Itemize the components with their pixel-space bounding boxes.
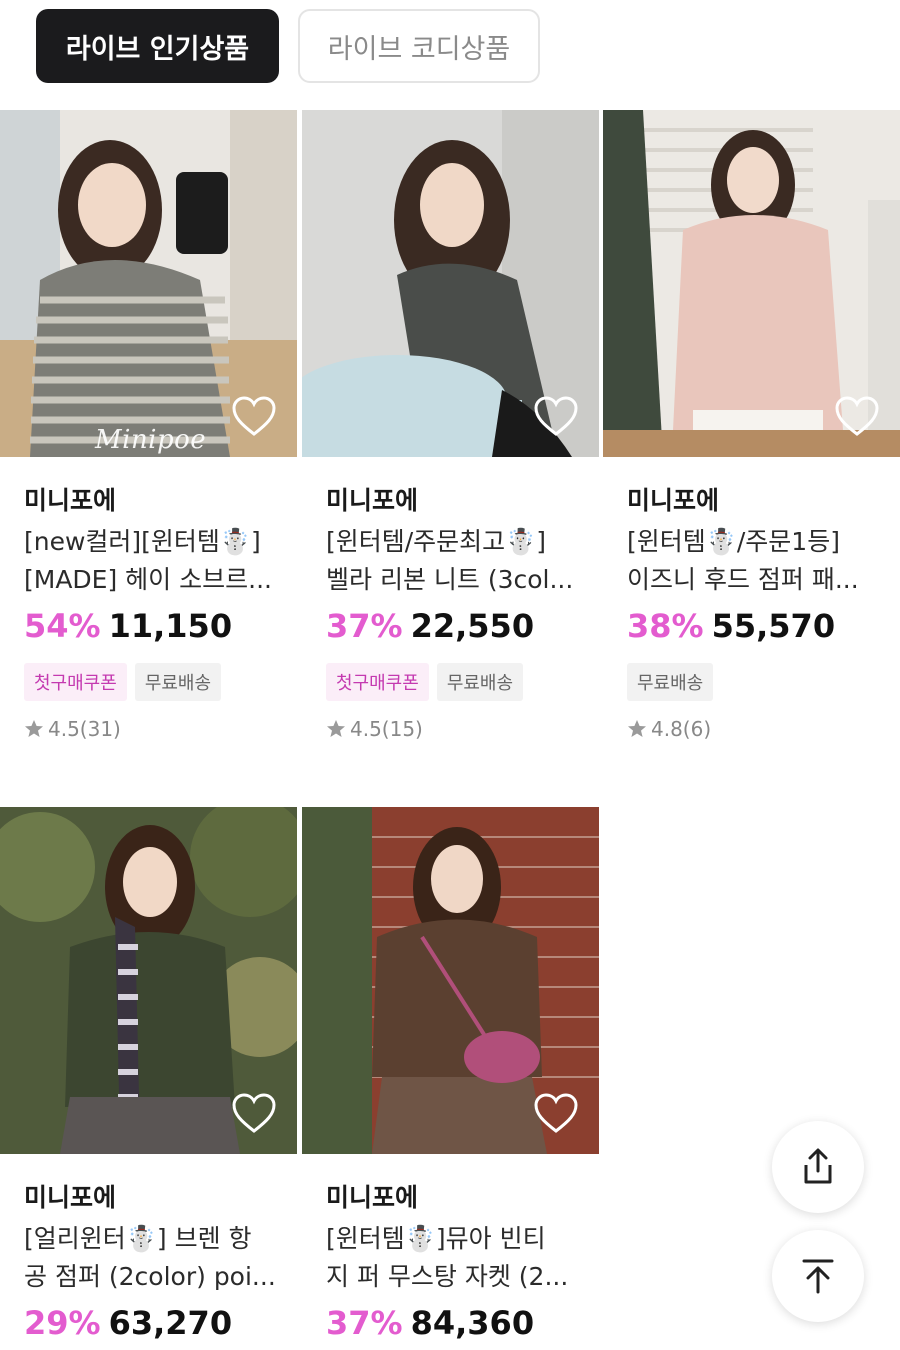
discount-rate: 29% xyxy=(24,1304,101,1342)
scroll-to-top-button[interactable] xyxy=(772,1230,864,1322)
coupon-badge: 첫구매쿠폰 xyxy=(24,663,127,701)
price: 11,150 xyxy=(108,607,233,645)
product-card[interactable]: 미니포에 [윈터템☃️/주문1등] 이즈니 후드 점퍼 패... 38% 55,… xyxy=(603,110,900,743)
heart-icon[interactable] xyxy=(231,1092,277,1134)
price: 55,570 xyxy=(711,607,836,645)
rating: 4.8(6) xyxy=(627,715,900,743)
rating-text: 4.5(15) xyxy=(350,717,423,741)
product-image[interactable]: Minipoe xyxy=(0,110,297,457)
rating-text: 4.5(31) xyxy=(48,717,121,741)
product-image[interactable] xyxy=(302,110,599,457)
brand-name: 미니포에 xyxy=(326,1183,419,1212)
product-image[interactable] xyxy=(0,807,297,1154)
product-image[interactable] xyxy=(302,807,599,1154)
product-title[interactable]: [얼리윈터☃️] 브렌 항 공 점퍼 (2color) poi... xyxy=(24,1220,286,1296)
discount-rate: 38% xyxy=(627,607,704,645)
badge-list: 첫구매쿠폰 무료배송 xyxy=(24,663,297,701)
product-title[interactable]: [윈터템☃️/주문1등] 이즈니 후드 점퍼 패... xyxy=(627,523,889,599)
coupon-badge: 첫구매쿠폰 xyxy=(326,663,429,701)
discount-rate: 37% xyxy=(326,607,403,645)
brand-name: 미니포에 xyxy=(24,486,117,515)
brand-name: 미니포에 xyxy=(627,486,720,515)
brand-watermark: Minipoe xyxy=(95,425,207,455)
star-icon xyxy=(25,720,43,737)
price: 63,270 xyxy=(108,1304,233,1342)
share-icon xyxy=(804,1148,832,1184)
tab-live-popular[interactable]: 라이브 인기상품 xyxy=(36,9,279,83)
free-shipping-badge: 무료배송 xyxy=(627,663,714,701)
product-title[interactable]: [new컬러][윈터템☃️] [MADE] 헤이 소브르... xyxy=(24,523,286,599)
scroll-to-top-icon xyxy=(802,1259,834,1294)
product-card[interactable]: 미니포에 [윈터템/주문최고☃️] 벨라 리본 니트 (3col... 37% … xyxy=(302,110,599,743)
heart-icon[interactable] xyxy=(231,395,277,437)
brand-name: 미니포에 xyxy=(24,1183,117,1212)
tab-live-coordi[interactable]: 라이브 코디상품 xyxy=(298,9,540,83)
product-image[interactable] xyxy=(603,110,900,457)
discount-rate: 54% xyxy=(24,607,101,645)
star-icon xyxy=(628,720,646,737)
price-row: 54% 11,150 xyxy=(24,607,297,649)
badge-list: 첫구매쿠폰 무료배송 xyxy=(326,663,599,701)
heart-icon[interactable] xyxy=(533,1092,579,1134)
price-row: 37% 22,550 xyxy=(326,607,599,649)
free-shipping-badge: 무료배송 xyxy=(436,663,524,701)
product-card[interactable]: 미니포에 [얼리윈터☃️] 브렌 항 공 점퍼 (2color) poi... … xyxy=(0,807,297,1346)
heart-icon[interactable] xyxy=(834,395,880,437)
price-row: 37% 84,360 xyxy=(326,1304,599,1346)
badge-list: 무료배송 xyxy=(627,663,900,701)
product-card[interactable]: 미니포에 [윈터템☃️]뮤아 빈티 지 퍼 무스탕 자켓 (2... 37% 8… xyxy=(302,807,599,1346)
discount-rate: 37% xyxy=(326,1304,403,1342)
rating-text: 4.8(6) xyxy=(651,717,712,741)
free-shipping-badge: 무료배송 xyxy=(134,663,222,701)
heart-icon[interactable] xyxy=(533,395,579,437)
product-title[interactable]: [윈터템/주문최고☃️] 벨라 리본 니트 (3col... xyxy=(326,523,588,599)
price-row: 29% 63,270 xyxy=(24,1304,297,1346)
share-button[interactable] xyxy=(772,1121,864,1213)
price-row: 38% 55,570 xyxy=(627,607,900,649)
price: 84,360 xyxy=(410,1304,535,1342)
rating: 4.5(31) xyxy=(24,715,297,743)
brand-name: 미니포에 xyxy=(326,486,419,515)
price: 22,550 xyxy=(410,607,535,645)
tab-bar: 라이브 인기상품 라이브 코디상품 xyxy=(36,9,540,83)
product-card[interactable]: Minipoe 미니포에 [new컬러][윈터템☃️] [MADE] 헤이 소브… xyxy=(0,110,297,743)
rating: 4.5(15) xyxy=(326,715,599,743)
star-icon xyxy=(327,720,345,737)
product-title[interactable]: [윈터템☃️]뮤아 빈티 지 퍼 무스탕 자켓 (2... xyxy=(326,1220,588,1296)
